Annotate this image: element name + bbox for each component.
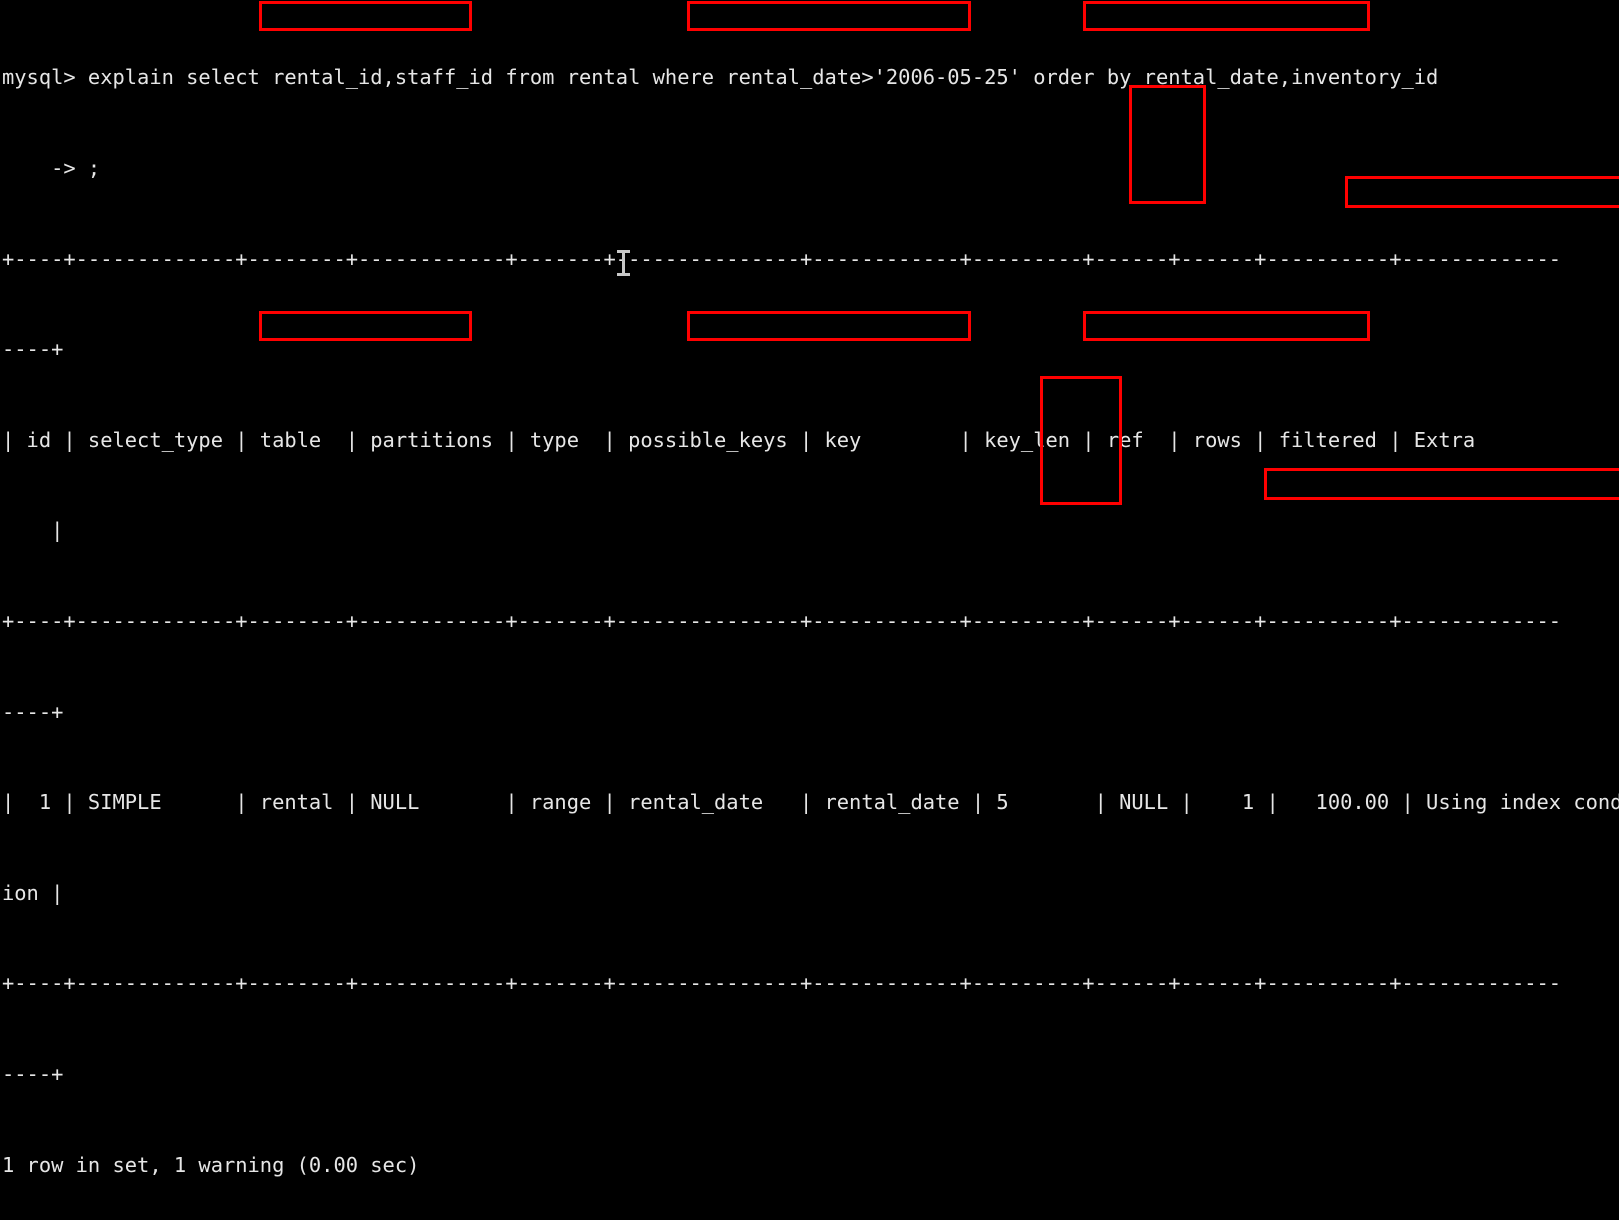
terminal-line: | 1 | SIMPLE | rental | NULL | range | r… xyxy=(2,790,1619,815)
terminal-line: | id | select_type | table | partitions … xyxy=(2,427,1562,452)
ibeam-bottom-cap xyxy=(617,273,630,276)
mysql-terminal-window[interactable]: mysql> explain select rental_id,staff_id… xyxy=(0,0,1619,1177)
text-ibeam-cursor xyxy=(617,250,631,276)
terminal-line: ion | xyxy=(2,880,64,905)
terminal-line: +----+-------------+--------+-----------… xyxy=(2,608,1562,633)
terminal-line: ----+ xyxy=(2,337,64,362)
terminal-line: | xyxy=(2,518,64,543)
terminal-output: mysql> explain select rental_id,staff_id… xyxy=(0,0,1619,1220)
terminal-line: +----+-------------+--------+-----------… xyxy=(2,971,1562,996)
terminal-line: ----+ xyxy=(2,1061,64,1086)
terminal-line: -> ; xyxy=(2,156,101,180)
terminal-line: mysql> explain select rental_id,staff_id… xyxy=(2,65,1439,90)
terminal-line: +----+-------------+--------+-----------… xyxy=(2,246,1562,271)
ibeam-stem xyxy=(622,252,625,274)
terminal-line: 1 row in set, 1 warning (0.00 sec) xyxy=(2,1152,420,1177)
terminal-line: ----+ xyxy=(2,699,64,724)
